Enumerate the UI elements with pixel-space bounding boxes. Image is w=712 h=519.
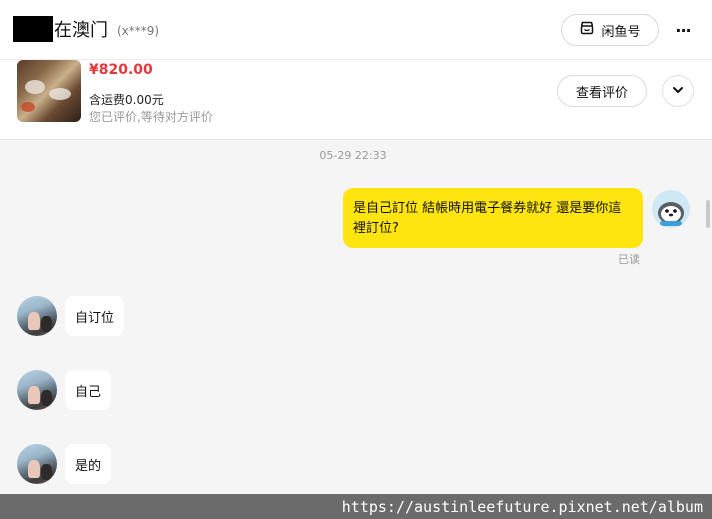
shipping-info: 含运费0.00元 — [89, 93, 164, 107]
product-card[interactable]: ¥820.00 含运费0.00元 您已评价,等待对方评价 查看评价 — [0, 60, 712, 140]
product-price: ¥820.00 — [89, 62, 153, 78]
my-avatar[interactable] — [652, 190, 690, 228]
contact-message-bubble[interactable]: 是的 — [65, 444, 112, 484]
chat-header: 在澳门 (x***9) 闲鱼号 ··· — [0, 0, 712, 60]
contact-message-bubble[interactable]: 自己 — [65, 370, 112, 410]
redacted-name — [13, 16, 53, 42]
contact-avatar[interactable] — [17, 296, 57, 336]
contact-avatar[interactable] — [17, 370, 57, 410]
expand-button[interactable] — [662, 75, 694, 107]
xianyu-id-button[interactable]: 闲鱼号 — [561, 14, 659, 46]
read-status: 已读 — [618, 253, 640, 266]
message-timestamp: 05-29 22:33 — [319, 149, 387, 162]
chat-title: 在澳门 — [54, 20, 108, 41]
chat-scrollbar[interactable] — [706, 200, 710, 228]
chat-title-block: 在澳门 (x***9) — [13, 16, 159, 42]
watermark-url: https://austinleefuture.pixnet.net/album — [341, 497, 703, 516]
store-icon — [579, 20, 595, 40]
review-status: 您已评价,等待对方评价 — [89, 110, 213, 124]
more-icon[interactable]: ··· — [670, 18, 696, 42]
chevron-down-icon — [671, 82, 685, 101]
contact-avatar[interactable] — [17, 444, 57, 484]
view-review-button[interactable]: 查看评价 — [557, 75, 647, 107]
watermark-bar: https://austinleefuture.pixnet.net/album — [0, 494, 712, 519]
product-thumbnail[interactable] — [17, 60, 81, 122]
xianyu-id-label: 闲鱼号 — [601, 24, 641, 40]
my-message-bubble[interactable]: 是自己訂位 結帳時用電子餐券就好 還是要你這裡訂位? — [343, 188, 643, 248]
contact-message-bubble[interactable]: 自订位 — [65, 296, 125, 336]
user-id: (x***9) — [117, 24, 160, 38]
